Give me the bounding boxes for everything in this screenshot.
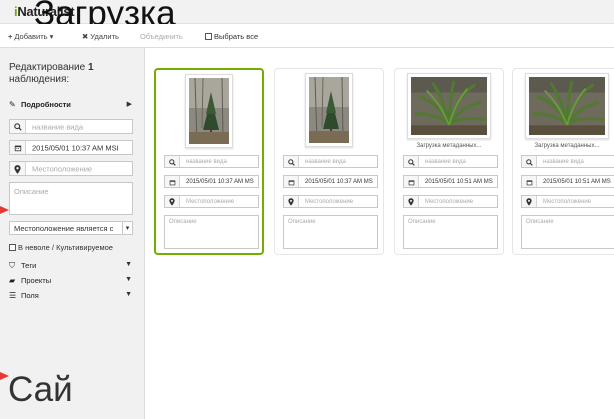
- caret-down-icon: ▼: [125, 261, 132, 268]
- caret-down-icon: ▾: [49, 32, 54, 41]
- calendar-icon: [284, 176, 299, 187]
- observation-card[interactable]: Загрузка метаданных... название вида 2015/…: [394, 68, 504, 255]
- search-icon: [10, 120, 26, 133]
- date-value: 2015/05/01 10:37 AM MS: [305, 178, 373, 185]
- checkbox[interactable]: [205, 33, 212, 40]
- red-marker: [0, 206, 9, 214]
- description-placeholder: Описание: [526, 219, 554, 225]
- observation-card[interactable]: название вида 2015/05/01 10:37 AM MS Место…: [154, 68, 264, 255]
- species-placeholder: название вида: [305, 158, 346, 165]
- description-textarea[interactable]: Описание: [283, 215, 378, 249]
- location-placeholder: Местоположение: [543, 198, 592, 205]
- map-marker-icon: [165, 196, 180, 207]
- search-icon: [522, 156, 537, 167]
- description-textarea[interactable]: Описание: [521, 215, 614, 249]
- caret-right-icon: ▶: [126, 101, 132, 108]
- map-marker-icon: [404, 196, 419, 207]
- species-input[interactable]: название вида: [403, 155, 498, 168]
- location-input[interactable]: Местоположение: [164, 195, 259, 208]
- date-input[interactable]: 2015/05/01 10:37 AM MSI: [9, 140, 133, 155]
- tags-section[interactable]: ⛉ Теги ▼: [9, 261, 136, 273]
- metadata-loading-caption: Загрузка метаданных...: [534, 143, 600, 149]
- observation-photo[interactable]: [407, 73, 491, 139]
- caret-down-icon: ▼: [125, 291, 132, 298]
- fields-section[interactable]: ☰ Поля ▼: [9, 291, 136, 303]
- projects-section[interactable]: ▰ Проекты ▼: [9, 276, 136, 288]
- species-placeholder: название вида: [543, 158, 584, 165]
- description-placeholder: Описание: [408, 219, 436, 225]
- caret-down-icon: ▼: [125, 276, 132, 283]
- description-textarea[interactable]: Описание: [403, 215, 498, 249]
- toolbar: + Добавить ▾ ✖ Удалить Объединить Выбрать …: [0, 24, 614, 48]
- observation-photo[interactable]: [525, 73, 609, 139]
- date-input[interactable]: 2015/05/01 10:37 AM MS: [283, 175, 378, 188]
- sidebar: Редактирование 1 наблюдения: ✎ Подробност…: [0, 48, 145, 419]
- location-placeholder: Местоположение: [305, 198, 354, 205]
- map-marker-icon: [284, 196, 299, 207]
- checkbox[interactable]: [9, 244, 16, 251]
- briefcase-icon: ▰: [9, 276, 16, 285]
- sidebar-heading: Редактирование 1 наблюдения:: [9, 62, 94, 85]
- map-marker-icon: [10, 162, 26, 175]
- captive-checkbox[interactable]: В неволе / Культивируемое: [9, 243, 113, 252]
- caret-down-icon: ▾: [122, 222, 132, 234]
- calendar-icon: [165, 176, 180, 187]
- pencil-icon: ✎: [9, 100, 16, 109]
- calendar-icon: [10, 141, 26, 154]
- date-value: 2015/05/01 10:37 AM MS: [186, 178, 254, 185]
- location-input[interactable]: Местоположение: [521, 195, 614, 208]
- photo-image: [309, 77, 349, 143]
- photo-image: [411, 77, 487, 135]
- add-button[interactable]: + Добавить ▾: [8, 32, 53, 41]
- species-input[interactable]: название вида: [521, 155, 614, 168]
- date-input[interactable]: 2015/05/01 10:51 AM MS: [521, 175, 614, 188]
- combine-button[interactable]: Объединить: [140, 32, 183, 41]
- species-input[interactable]: название вида: [164, 155, 259, 168]
- metadata-loading-caption: Загрузка метаданных...: [416, 143, 482, 149]
- observation-photo[interactable]: [305, 73, 353, 147]
- location-input[interactable]: Местоположение: [9, 161, 133, 176]
- observation-card[interactable]: Загрузка метаданных... название вида 2015/…: [512, 68, 614, 255]
- date-value: 2015/05/01 10:51 AM MS: [543, 178, 611, 185]
- species-input[interactable]: название вида: [283, 155, 378, 168]
- search-icon: [404, 156, 419, 167]
- details-section[interactable]: ✎ Подробности ▶: [9, 100, 136, 112]
- description-placeholder: Описание: [169, 219, 197, 225]
- species-input[interactable]: название вида: [9, 119, 133, 134]
- description-textarea[interactable]: Описание: [9, 182, 133, 215]
- location-placeholder: Местоположение: [186, 198, 235, 205]
- description-placeholder: Описание: [288, 219, 316, 225]
- calendar-icon: [404, 176, 419, 187]
- date-input[interactable]: 2015/05/01 10:37 AM MS: [164, 175, 259, 188]
- geoprivacy-select[interactable]: Местоположение является с ▾: [9, 221, 133, 235]
- select-all-checkbox[interactable]: Выбрать все: [205, 32, 258, 41]
- observation-card[interactable]: название вида 2015/05/01 10:37 AM MS Место…: [274, 68, 384, 255]
- list-icon: ☰: [9, 291, 17, 300]
- species-placeholder: название вида: [425, 158, 466, 165]
- species-placeholder: название вида: [186, 158, 227, 165]
- tag-icon: ⛉: [9, 261, 15, 270]
- search-icon: [284, 156, 299, 167]
- photo-image: [529, 77, 605, 135]
- date-value: 2015/05/01 10:51 AM MS: [425, 178, 493, 185]
- location-input[interactable]: Местоположение: [403, 195, 498, 208]
- observation-photo[interactable]: [185, 74, 233, 148]
- location-input[interactable]: Местоположение: [283, 195, 378, 208]
- overlay-bottom-text: Сай: [8, 370, 73, 409]
- photo-image: [189, 78, 229, 144]
- calendar-icon: [522, 176, 537, 187]
- plus-icon: +: [8, 32, 13, 41]
- location-placeholder: Местоположение: [425, 198, 474, 205]
- date-input[interactable]: 2015/05/01 10:51 AM MS: [403, 175, 498, 188]
- map-marker-icon: [522, 196, 537, 207]
- description-textarea[interactable]: Описание: [164, 215, 259, 249]
- search-icon: [165, 156, 180, 167]
- delete-button[interactable]: ✖ Удалить: [82, 32, 119, 41]
- delete-icon: ✖: [82, 32, 89, 41]
